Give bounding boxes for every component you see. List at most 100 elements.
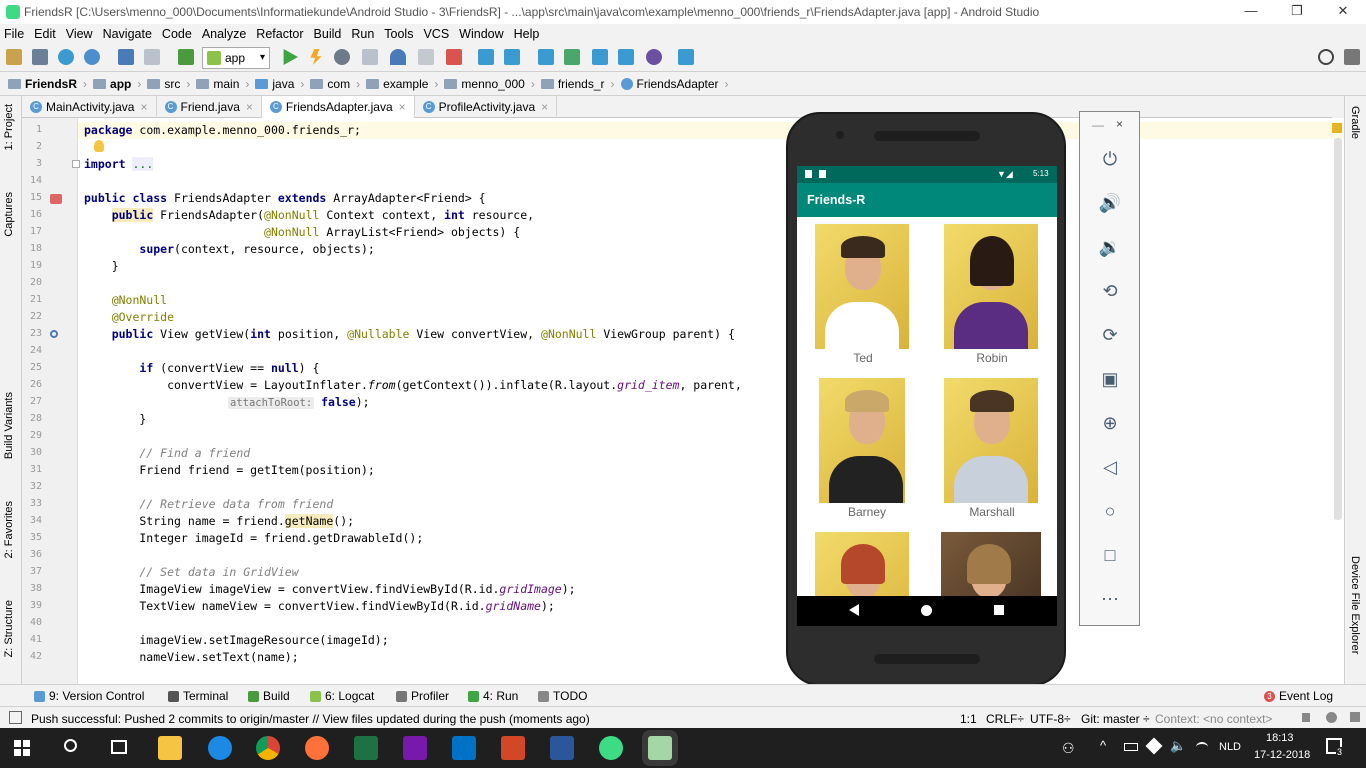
excel-icon[interactable] bbox=[354, 736, 378, 760]
menu-tools[interactable]: Tools bbox=[384, 27, 413, 41]
tool-profiler[interactable]: Profiler bbox=[396, 689, 449, 703]
coverage-icon[interactable] bbox=[362, 49, 378, 65]
edge-icon[interactable] bbox=[208, 736, 232, 760]
override-marker-icon[interactable] bbox=[50, 194, 62, 204]
tool-build[interactable]: Build bbox=[248, 689, 290, 703]
power-icon[interactable]: ⏻ bbox=[1098, 147, 1122, 171]
breadcrumb-item[interactable]: FriendsAdapter › bbox=[620, 77, 729, 91]
warning-marker-icon[interactable] bbox=[1332, 123, 1342, 133]
avd-manager-icon[interactable] bbox=[564, 49, 580, 65]
tray-chevron-icon[interactable]: ^ bbox=[1100, 738, 1106, 753]
apply-changes-icon[interactable] bbox=[310, 49, 322, 65]
android-studio-taskbar-icon[interactable] bbox=[599, 736, 623, 760]
sdk-manager-icon[interactable] bbox=[592, 49, 608, 65]
menu-vcs[interactable]: VCS bbox=[423, 27, 449, 41]
tool-device-file-explorer[interactable]: Device File Explorer bbox=[1349, 556, 1361, 654]
tool-project[interactable]: 1: Project bbox=[3, 104, 15, 150]
breadcrumb-item[interactable]: menno_000 › bbox=[444, 77, 535, 91]
emulator-screen[interactable]: ▼◢ 5:13 Friends-R Ted Robin Barney Marsh… bbox=[797, 166, 1057, 626]
emulator-taskbar-icon[interactable] bbox=[648, 736, 672, 760]
close-window-button[interactable]: ✕ bbox=[1320, 0, 1366, 24]
home-circle-icon[interactable]: ○ bbox=[1098, 499, 1122, 523]
tool-build-variants[interactable]: Build Variants bbox=[3, 392, 15, 459]
close-icon[interactable]: × bbox=[399, 100, 406, 114]
vcs-commit-icon[interactable] bbox=[504, 49, 520, 65]
tool-terminal[interactable]: Terminal bbox=[168, 689, 228, 703]
breadcrumb-item[interactable]: com › bbox=[310, 77, 360, 91]
firefox-icon[interactable] bbox=[305, 736, 329, 760]
menu-code[interactable]: Code bbox=[162, 27, 192, 41]
tool-gradle[interactable]: Gradle bbox=[1349, 106, 1361, 139]
code-editor[interactable]: 1 2 3 14 15 16 17 18 19 20 21 22 23 24 2… bbox=[22, 118, 1344, 684]
tool-captures[interactable]: Captures bbox=[3, 192, 15, 237]
hammer-icon[interactable] bbox=[178, 49, 194, 65]
friend-grid-item[interactable]: Marshall bbox=[944, 378, 1040, 519]
fold-icon[interactable] bbox=[72, 160, 80, 168]
onenote-icon[interactable] bbox=[403, 736, 427, 760]
tool-favorites[interactable]: 2: Favorites bbox=[3, 501, 15, 558]
close-icon[interactable]: × bbox=[541, 100, 548, 114]
volume-icon[interactable]: 🔈 bbox=[1170, 738, 1186, 754]
event-icon[interactable] bbox=[1350, 712, 1360, 722]
nav-recents-icon[interactable] bbox=[994, 605, 1004, 615]
people-icon[interactable]: ⚇ bbox=[1062, 740, 1075, 757]
search-icon[interactable] bbox=[64, 739, 77, 752]
close-icon[interactable]: × bbox=[140, 100, 147, 114]
breadcrumb-item[interactable]: src › bbox=[147, 77, 190, 91]
file-explorer-icon[interactable] bbox=[158, 736, 182, 760]
network-icon[interactable] bbox=[1196, 742, 1208, 752]
scrollbar[interactable] bbox=[1334, 138, 1342, 520]
clock-date[interactable]: 17-12-2018 bbox=[1254, 749, 1310, 761]
clock-time[interactable]: 18:13 bbox=[1266, 732, 1294, 744]
minimize-button[interactable]: — bbox=[1228, 0, 1274, 24]
tool-version-control[interactable]: 9: Version Control bbox=[34, 689, 144, 703]
windows-start-icon[interactable] bbox=[14, 740, 30, 756]
close-icon[interactable]: × bbox=[1116, 117, 1123, 131]
breadcrumb-item[interactable]: FriendsR › bbox=[8, 77, 87, 91]
debug-icon[interactable] bbox=[334, 49, 350, 65]
attach-debugger-icon[interactable] bbox=[418, 49, 434, 65]
close-icon[interactable]: × bbox=[246, 100, 253, 114]
hide-toolbar-icon[interactable] bbox=[1344, 49, 1360, 65]
back-triangle-icon[interactable]: ◁ bbox=[1098, 455, 1122, 479]
profile-icon[interactable] bbox=[390, 49, 406, 65]
powerpoint-icon[interactable] bbox=[501, 736, 525, 760]
lock-icon[interactable] bbox=[1302, 713, 1310, 722]
friend-grid-item[interactable]: Barney bbox=[819, 378, 915, 519]
save-icon[interactable] bbox=[32, 49, 48, 65]
inspector-icon[interactable] bbox=[1326, 712, 1337, 723]
breadcrumb-item[interactable]: main › bbox=[196, 77, 249, 91]
stop-icon[interactable] bbox=[446, 49, 462, 65]
breadcrumb-item[interactable]: example › bbox=[366, 77, 438, 91]
volume-up-icon[interactable]: 🔊 bbox=[1098, 191, 1122, 215]
menu-refactor[interactable]: Refactor bbox=[256, 27, 303, 41]
friend-grid-item[interactable]: Robin bbox=[944, 224, 1040, 365]
forward-arrow-icon[interactable] bbox=[144, 49, 160, 65]
vcs-update-icon[interactable] bbox=[478, 49, 494, 65]
overview-square-icon[interactable]: □ bbox=[1098, 543, 1122, 567]
lightbulb-icon[interactable] bbox=[94, 140, 104, 152]
caret-position[interactable]: 1:1 bbox=[960, 712, 977, 726]
task-view-icon[interactable] bbox=[111, 740, 127, 754]
menu-run[interactable]: Run bbox=[351, 27, 374, 41]
tab-mainactivity[interactable]: C MainActivity.java × bbox=[22, 96, 157, 118]
sync-icon[interactable] bbox=[58, 49, 74, 65]
minimize-icon[interactable]: — bbox=[1092, 118, 1104, 132]
screenshot-camera-icon[interactable]: ▣ bbox=[1098, 367, 1122, 391]
device-file-icon[interactable] bbox=[618, 49, 634, 65]
maximize-button[interactable]: ❐ bbox=[1274, 0, 1320, 24]
revert-icon[interactable] bbox=[646, 49, 662, 65]
vcs-history-icon[interactable] bbox=[538, 49, 554, 65]
file-encoding[interactable]: UTF-8÷ bbox=[1030, 712, 1071, 726]
run-config-select[interactable]: app ▾ bbox=[202, 47, 270, 69]
breadcrumb-item[interactable]: java › bbox=[255, 77, 304, 91]
chrome-icon[interactable] bbox=[256, 736, 280, 760]
back-arrow-icon[interactable] bbox=[118, 49, 134, 65]
tab-friendsadapter[interactable]: C FriendsAdapter.java × bbox=[261, 96, 415, 118]
open-folder-icon[interactable] bbox=[6, 49, 22, 65]
friend-grid-item[interactable]: Ted bbox=[815, 224, 911, 365]
menu-navigate[interactable]: Navigate bbox=[103, 27, 152, 41]
tool-todo[interactable]: TODO bbox=[538, 689, 587, 703]
tool-event-log[interactable]: 3 Event Log bbox=[1264, 689, 1333, 703]
breadcrumb-item[interactable]: friends_r › bbox=[540, 77, 615, 91]
